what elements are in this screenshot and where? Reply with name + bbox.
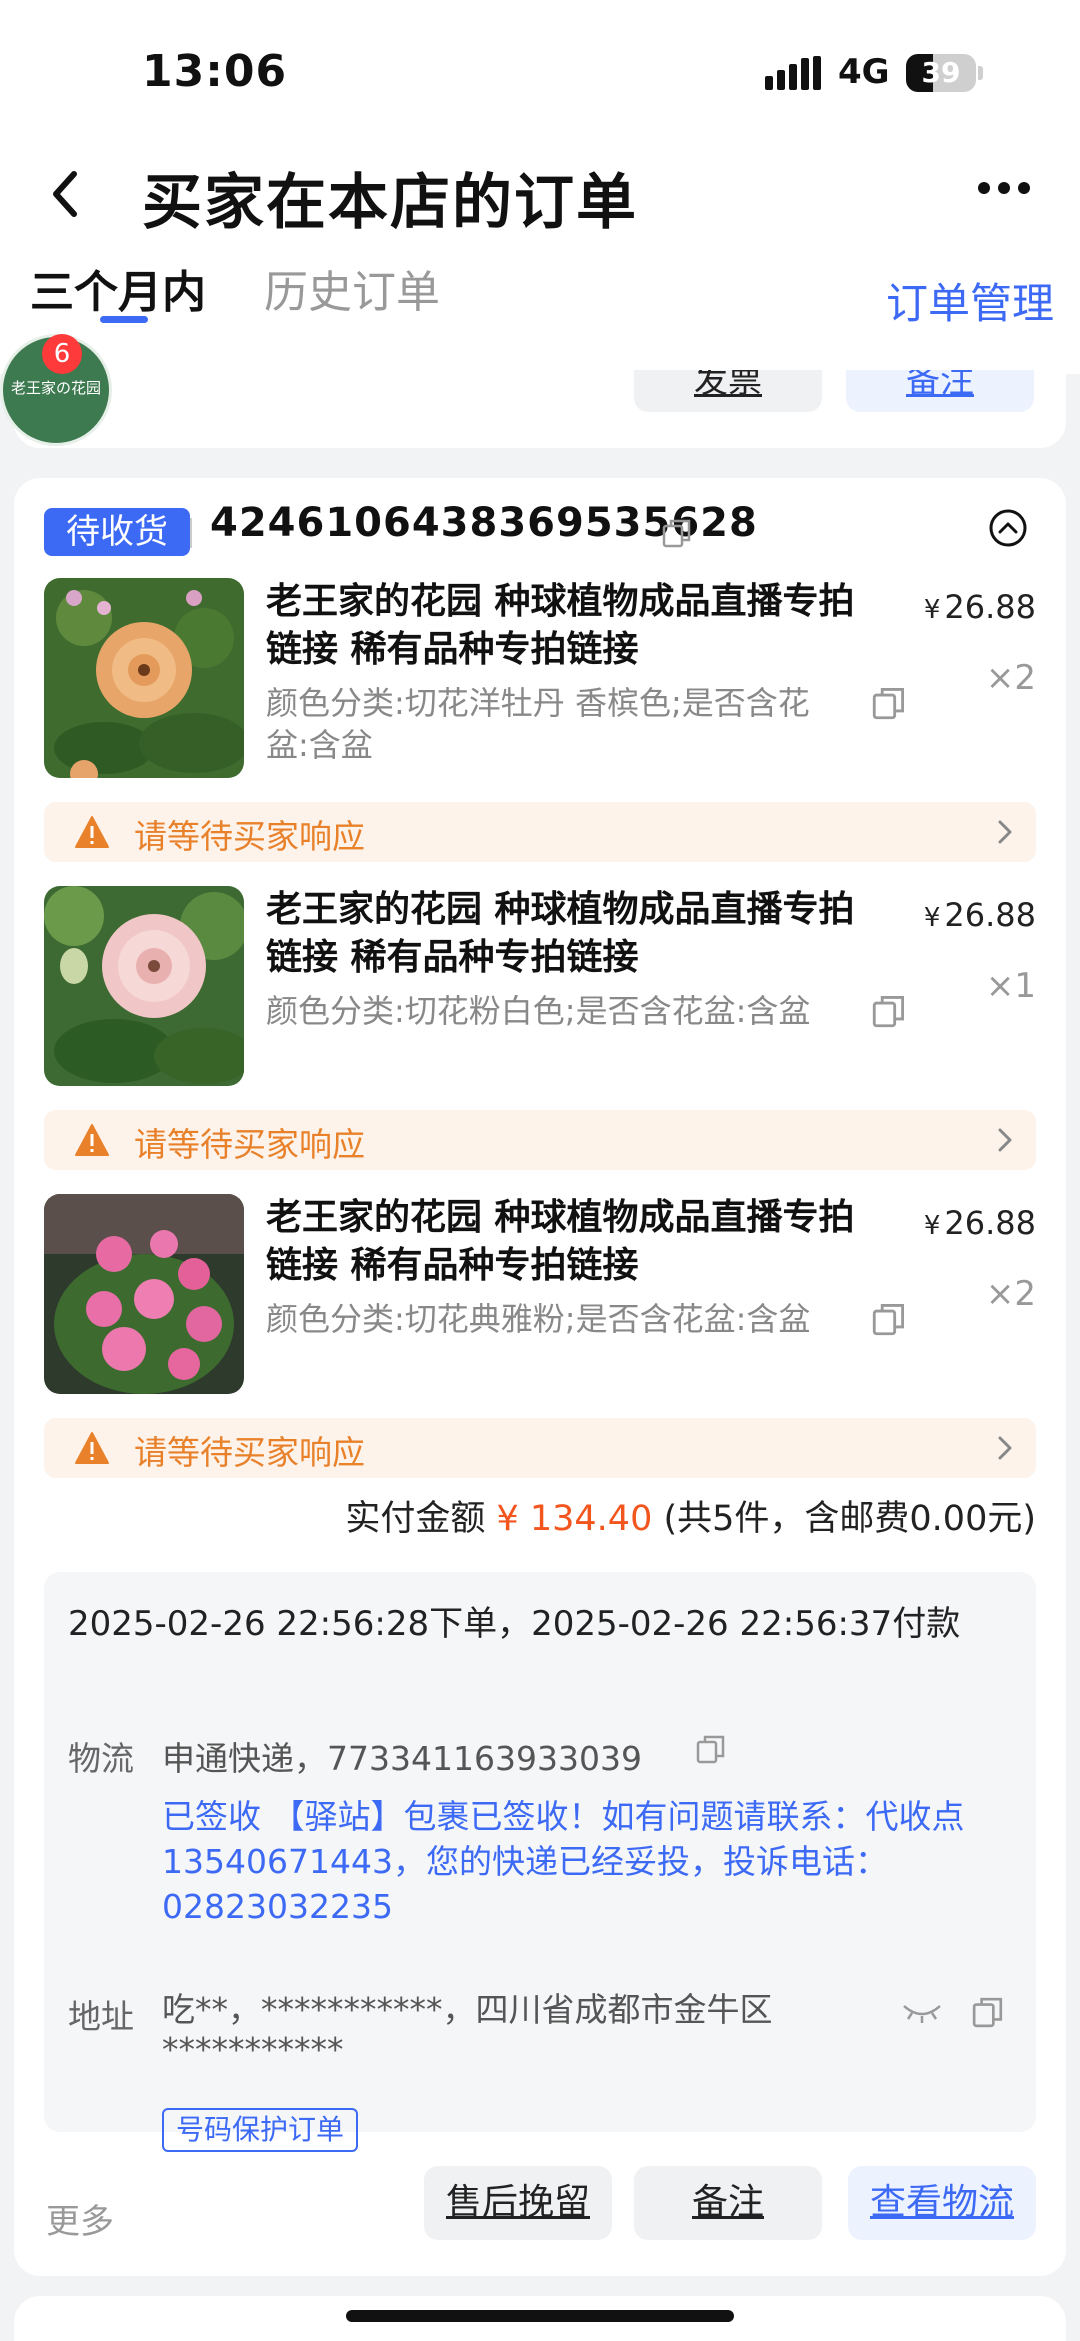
previous-order-card: 发票 备注 <box>14 370 1066 448</box>
more-link[interactable]: 更多 <box>46 2194 114 2243</box>
tab-three-months[interactable]: 三个月内 <box>30 256 206 320</box>
copy-icon[interactable] <box>872 1302 906 1336</box>
battery-icon: 39 <box>906 54 984 92</box>
total-amount: ¥ 134.40 <box>496 1499 653 1539</box>
nav-bar: 买家在本店的订单 <box>0 140 1080 250</box>
order-card: 待收货 4246106438369535628 老王家的花园 种球植物成品直播专… <box>14 478 1066 2276</box>
tracking-number: 申通快递，773341163933039 <box>162 1739 642 1778</box>
product-image <box>44 886 244 1086</box>
avatar-badge: 6 <box>42 334 82 374</box>
warning-icon <box>75 816 109 848</box>
notice-text: 请等待买家响应 <box>134 1125 365 1164</box>
tab-history-orders[interactable]: 历史订单 <box>264 256 440 320</box>
logistics-status[interactable]: 已签收 【驿站】包裹已签收！如有问题请联系：代收点13540671443，您的快… <box>162 1794 1002 1929</box>
copy-icon[interactable] <box>872 686 906 720</box>
number-protection-tag: 号码保护订单 <box>162 2108 359 2152</box>
product-image <box>44 578 244 778</box>
total-suffix: (共5件，含邮费0.00元) <box>663 1499 1036 1539</box>
copy-icon[interactable] <box>662 518 692 548</box>
notice-text: 请等待买家响应 <box>134 817 365 856</box>
item-attributes: 颜色分类:切花洋牡丹 香槟色;是否含花盆:含盆 <box>266 684 810 764</box>
battery-level: 39 <box>921 56 961 89</box>
logistics-label: 物流 <box>68 1739 134 1778</box>
order-time-line: 2025-02-26 22:56:28下单，2025-02-26 22:56:3… <box>68 1604 961 1644</box>
remark-button[interactable]: 备注 <box>634 2166 822 2240</box>
notice-bar[interactable]: 请等待买家响应 <box>44 802 1036 862</box>
total-label: 实付金额 <box>345 1499 486 1539</box>
shipping-address: 吃**，***********，四川省成都市金牛区 *********** <box>162 1990 773 2069</box>
chevron-right-icon <box>998 1128 1012 1152</box>
status-time: 13:06 <box>142 46 288 97</box>
network-type: 4G <box>838 52 890 92</box>
invoice-button[interactable]: 发票 <box>634 370 822 412</box>
notice-bar[interactable]: 请等待买家响应 <box>44 1418 1036 1478</box>
eye-closed-icon[interactable] <box>902 2002 942 2024</box>
tab-bar: 三个月内 历史订单 订单管理 <box>0 250 1080 374</box>
chevron-right-icon <box>998 1436 1012 1460</box>
copy-icon[interactable] <box>872 994 906 1028</box>
signal-icon <box>765 56 821 90</box>
order-details: 2025-02-26 22:56:28下单，2025-02-26 22:56:3… <box>44 1572 1036 2152</box>
order-total: 实付金额 ¥ 134.40 (共5件，含邮费0.00元) <box>345 1490 1036 1541</box>
copy-icon[interactable] <box>696 1734 726 1764</box>
item-price: ¥26.88 <box>923 1204 1036 1242</box>
warning-icon <box>75 1432 109 1464</box>
view-logistics-button[interactable]: 查看物流 <box>848 2166 1036 2240</box>
tab-indicator <box>100 316 148 323</box>
item-price: ¥26.88 <box>923 588 1036 626</box>
status-bar: 13:06 4G 39 <box>0 0 1080 140</box>
chevron-right-icon <box>998 820 1012 844</box>
item-quantity: ×1 <box>985 966 1036 1006</box>
page-title: 买家在本店的订单 <box>142 168 638 238</box>
product-image <box>44 1194 244 1394</box>
item-attributes: 颜色分类:切花典雅粉;是否含花盆:含盆 <box>266 1300 811 1338</box>
notice-text: 请等待买家响应 <box>134 1433 365 1472</box>
order-item[interactable]: 老王家的花园 种球植物成品直播专拍链接 稀有品种专拍链接 颜色分类:切花典雅粉;… <box>44 1194 1036 1394</box>
copy-icon[interactable] <box>972 1996 1004 2028</box>
status-badge: 待收货 <box>44 508 190 556</box>
item-title: 老王家的花园 种球植物成品直播专拍链接 稀有品种专拍链接 <box>266 581 855 670</box>
item-quantity: ×2 <box>985 1274 1036 1314</box>
home-indicator <box>346 2310 734 2322</box>
order-item[interactable]: 老王家的花园 种球植物成品直播专拍链接 稀有品种专拍链接 颜色分类:切花粉白色;… <box>44 886 1036 1086</box>
warning-icon <box>75 1124 109 1156</box>
aftersale-retain-button[interactable]: 售后挽留 <box>424 2166 612 2240</box>
item-quantity: ×2 <box>985 658 1036 698</box>
order-management-link[interactable]: 订单管理 <box>886 270 1054 331</box>
chevron-left-icon[interactable] <box>46 166 86 222</box>
item-title: 老王家的花园 种球植物成品直播专拍链接 稀有品种专拍链接 <box>266 889 855 978</box>
remark-button-previous[interactable]: 备注 <box>846 370 1034 412</box>
address-label: 地址 <box>68 1997 134 2036</box>
item-attributes: 颜色分类:切花粉白色;是否含花盆:含盆 <box>266 992 811 1030</box>
more-dots-icon[interactable] <box>976 180 1032 196</box>
item-price: ¥26.88 <box>923 896 1036 934</box>
notice-bar[interactable]: 请等待买家响应 <box>44 1110 1036 1170</box>
item-title: 老王家的花园 种球植物成品直播专拍链接 稀有品种专拍链接 <box>266 1197 855 1286</box>
collapse-icon[interactable] <box>988 508 1028 548</box>
avatar-logo-text: 老王家の花园 <box>10 379 101 397</box>
order-item[interactable]: 老王家的花园 种球植物成品直播专拍链接 稀有品种专拍链接 颜色分类:切花洋牡丹 … <box>44 578 1036 778</box>
